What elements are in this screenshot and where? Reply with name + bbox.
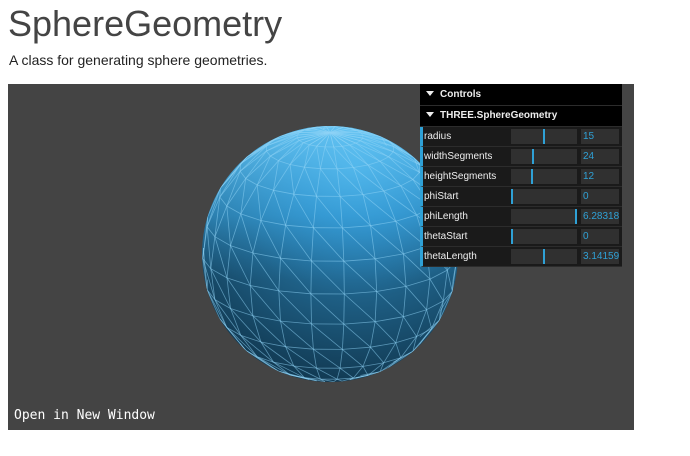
param-row-widthSegments: widthSegments 24 [420, 147, 622, 167]
scene-viewport[interactable]: Open in New Window Controls THREE.Sphere… [8, 84, 634, 430]
param-label: widthSegments [424, 151, 493, 162]
param-row-thetaLength: thetaLength 3.14159 [420, 247, 622, 267]
param-label: heightSegments [424, 171, 497, 182]
controls-header[interactable]: Controls [420, 84, 622, 106]
controls-label: Controls [440, 89, 482, 100]
param-label: phiStart [424, 191, 459, 202]
slider-handle[interactable] [511, 229, 513, 244]
open-in-new-window-link[interactable]: Open in New Window [14, 408, 155, 423]
slider-handle[interactable] [543, 249, 545, 264]
caret-down-icon [426, 111, 434, 117]
thetaStart-input[interactable]: 0 [581, 229, 619, 244]
phiStart-input[interactable]: 0 [581, 189, 619, 204]
param-label: thetaStart [424, 231, 468, 242]
slider-handle[interactable] [575, 209, 577, 224]
heightSegments-input[interactable]: 12 [581, 169, 619, 184]
thetaLength-slider[interactable] [511, 249, 577, 264]
slider-handle[interactable] [531, 169, 534, 184]
param-row-phiLength: phiLength 6.28318 [420, 207, 622, 227]
param-label: phiLength [424, 211, 468, 222]
widthSegments-slider[interactable] [511, 149, 577, 164]
slider-handle[interactable] [543, 129, 545, 144]
slider-handle[interactable] [532, 149, 535, 164]
thetaLength-input[interactable]: 3.14159 [581, 249, 619, 264]
phiLength-input[interactable]: 6.28318 [581, 209, 619, 224]
caret-down-icon [426, 90, 434, 96]
param-row-thetaStart: thetaStart 0 [420, 227, 622, 247]
phiStart-slider[interactable] [511, 189, 577, 204]
phiLength-slider[interactable] [511, 209, 577, 224]
folder-label: THREE.SphereGeometry [440, 110, 558, 121]
param-label: thetaLength [424, 251, 477, 262]
param-row-radius: radius 15 [420, 127, 622, 147]
page-title: SphereGeometry [8, 3, 283, 44]
controls-panel: Controls THREE.SphereGeometry radius 15 wi… [420, 84, 622, 267]
radius-slider[interactable] [511, 129, 577, 144]
heightSegments-slider[interactable] [511, 169, 577, 184]
param-label: radius [424, 131, 452, 142]
radius-input[interactable]: 15 [581, 129, 619, 144]
sphere-geometry-folder-header[interactable]: THREE.SphereGeometry [420, 106, 622, 127]
param-row-heightSegments: heightSegments 12 [420, 167, 622, 187]
widthSegments-input[interactable]: 24 [581, 149, 619, 164]
page-description: A class for generating sphere geometries… [9, 52, 268, 68]
param-row-phiStart: phiStart 0 [420, 187, 622, 207]
slider-handle[interactable] [511, 189, 513, 204]
thetaStart-slider[interactable] [511, 229, 577, 244]
